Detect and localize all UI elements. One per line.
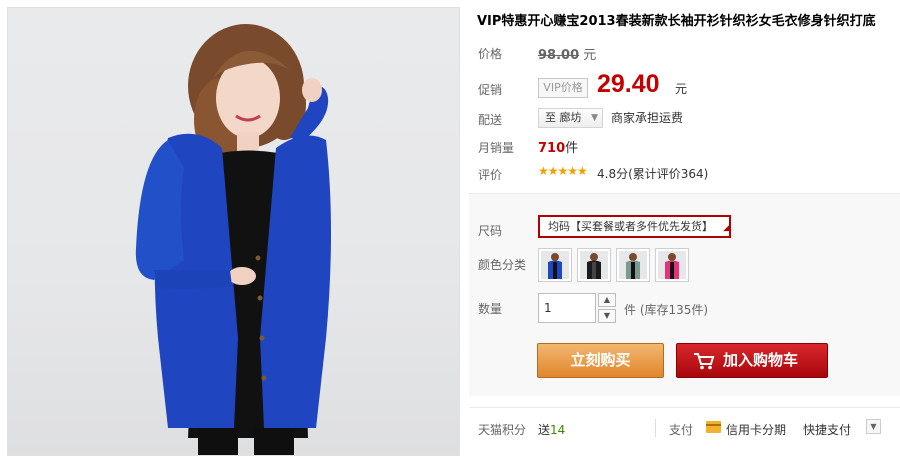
original-price-unit: 元 — [583, 48, 597, 63]
promo-price: 29.40 — [597, 70, 660, 98]
original-price: 98.00 元 — [538, 44, 596, 63]
chevron-down-icon: ▼ — [591, 113, 598, 123]
quantity-decrease-button[interactable]: ▼ — [598, 309, 616, 323]
price-label: 价格 — [478, 47, 503, 61]
swatch-thumb-graphic — [658, 251, 686, 279]
cart-icon — [694, 353, 715, 370]
shipping-label: 配送 — [478, 113, 503, 127]
promo-price-unit: 元 — [675, 82, 688, 96]
shipping-location-select[interactable]: 至 廊坊 ▼ — [538, 108, 603, 128]
footer-divider — [655, 419, 656, 437]
swatch-thumb-graphic — [619, 251, 647, 279]
sales-label: 月销量 — [478, 141, 515, 155]
credit-card-icon — [706, 421, 721, 433]
swatch-thumb — [619, 251, 647, 279]
add-to-cart-button[interactable]: 加入购物车 — [676, 343, 828, 378]
credit-installment-link[interactable]: 信用卡分期 — [726, 421, 786, 438]
monthly-sales-count: 710 — [538, 141, 566, 156]
quantity-label: 数量 — [478, 302, 503, 316]
review-label: 评价 — [478, 168, 503, 182]
points-value: 送14 — [538, 421, 565, 438]
color-swatch-blue[interactable] — [538, 248, 572, 282]
quantity-input[interactable]: 1 — [538, 293, 596, 323]
buy-now-button[interactable]: 立刻购买 — [537, 343, 664, 378]
points-number: 14 — [550, 423, 566, 437]
product-title: VIP特惠开心赚宝2013春装新款长袖开衫针织衫女毛衣修身针织打底 — [477, 14, 876, 29]
points-label: 天猫积分 — [478, 423, 527, 437]
size-option-selected[interactable]: 均码【买套餐或者多件优先发货】 ◢ — [538, 215, 731, 238]
color-swatch-black[interactable] — [577, 248, 611, 282]
quantity-increase-button[interactable]: ▲ — [598, 293, 616, 307]
color-swatch-gray-green[interactable] — [616, 248, 650, 282]
promo-label: 促销 — [478, 83, 503, 97]
star-rating-icon: ★★★★★ — [538, 164, 588, 178]
color-swatch-rose[interactable] — [655, 248, 689, 282]
quick-pay-link[interactable]: 快捷支付 — [803, 421, 851, 438]
add-to-cart-label: 加入购物车 — [723, 351, 799, 369]
swatch-thumb — [541, 251, 569, 279]
pay-label: 支付 — [669, 423, 694, 437]
points-prefix: 送 — [538, 423, 551, 437]
review-score-link[interactable]: 4.8分(累计评价364) — [597, 165, 708, 182]
vip-price-tag: VIP价格 — [538, 78, 588, 98]
monthly-sales-unit: 件 — [565, 141, 579, 156]
original-price-value: 98.00 — [538, 48, 580, 63]
chevron-down-icon[interactable]: ▼ — [866, 419, 881, 434]
shipping-location-value: 至 廊坊 — [545, 111, 582, 124]
selected-check-icon: ◢ — [723, 223, 730, 233]
swatch-thumb — [580, 251, 608, 279]
swatch-thumb-graphic — [580, 251, 608, 279]
color-label: 颜色分类 — [478, 258, 527, 272]
shipping-note: 商家承担运费 — [611, 111, 684, 125]
monthly-sales: 710件 — [538, 137, 578, 156]
product-image[interactable] — [7, 7, 460, 456]
size-label: 尺码 — [478, 224, 503, 238]
model-photo — [135, 24, 331, 455]
size-option-text: 均码【买套餐或者多件优先发货】 — [548, 220, 713, 233]
stock-text: 件 (库存135件) — [624, 303, 709, 317]
swatch-thumb — [658, 251, 686, 279]
swatch-thumb-graphic — [541, 251, 569, 279]
